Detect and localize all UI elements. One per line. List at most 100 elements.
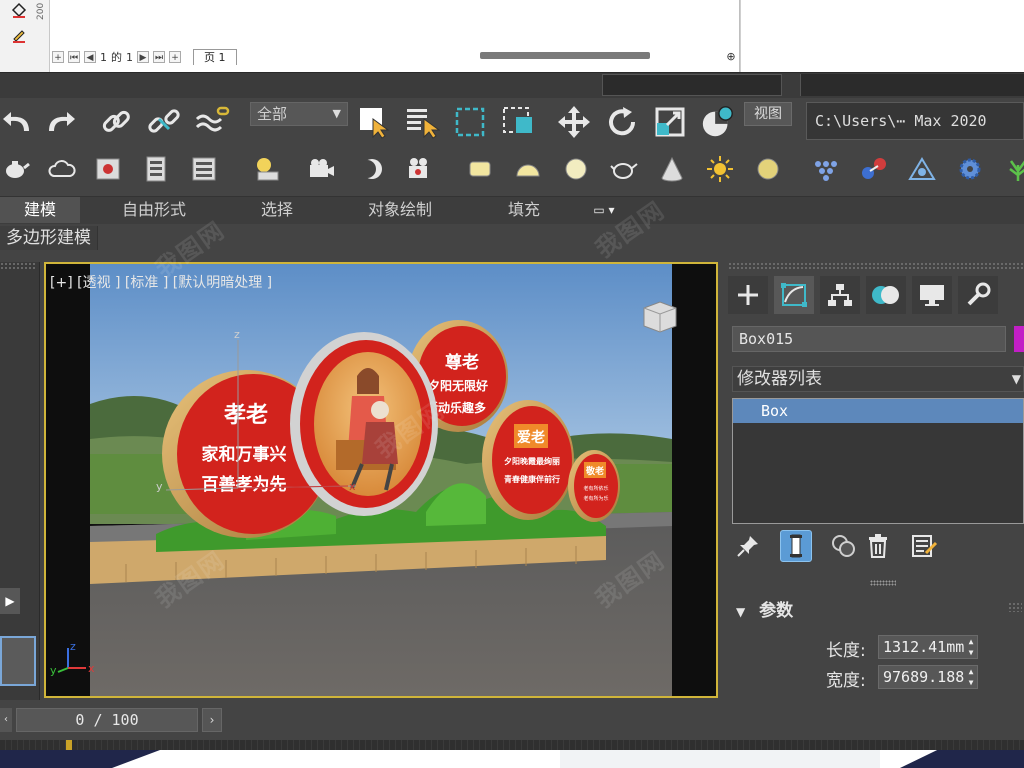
sign-small-line1: 老有所依乐	[583, 485, 608, 492]
panel-grip[interactable]	[728, 262, 1024, 270]
rollout-grip-dots[interactable]	[1008, 602, 1022, 612]
reactor-icon[interactable]	[906, 154, 938, 184]
selection-filter-dropdown[interactable]: 全部 ▼	[250, 102, 348, 126]
particle-grid-icon[interactable]	[810, 154, 842, 184]
first-page-icon[interactable]: ⏮	[68, 51, 80, 63]
track-bar[interactable]	[0, 740, 1024, 750]
sphere-icon[interactable]	[560, 154, 592, 184]
spinner-arrows-icon[interactable]: ▲ ▼	[965, 636, 977, 658]
display-tab-icon[interactable]	[912, 276, 952, 314]
render-window-icon[interactable]	[188, 154, 220, 184]
plane-icon[interactable]	[464, 154, 496, 184]
add-page-end-icon[interactable]: +	[169, 51, 181, 63]
expand-arrow-icon[interactable]: ▶	[0, 588, 20, 614]
window-crossing-icon[interactable]	[500, 104, 536, 140]
page-tab[interactable]: 页 1	[193, 49, 237, 65]
modifier-list-dropdown[interactable]: 修改器列表 ▼	[732, 366, 1024, 392]
camera-icon[interactable]	[306, 154, 338, 184]
utilities-tab-icon[interactable]	[958, 276, 998, 314]
width-spinner[interactable]: 97689.188 ▲ ▼	[878, 665, 978, 689]
prev-page-icon[interactable]: ◀	[84, 51, 96, 63]
light-lister-icon[interactable]	[250, 154, 282, 184]
spinner-arrows-icon[interactable]: ▲ ▼	[965, 666, 977, 688]
redo-icon[interactable]	[42, 104, 78, 140]
create-tab-icon[interactable]	[728, 276, 768, 314]
time-slider[interactable]: 0 / 100	[16, 708, 198, 732]
undo-icon[interactable]	[0, 104, 36, 140]
plant-icon[interactable]	[1002, 154, 1024, 184]
next-page-icon[interactable]: ▶	[137, 51, 149, 63]
gizmo-z-label: z	[234, 328, 240, 341]
tab-freeform[interactable]: 自由形式	[104, 197, 204, 223]
last-page-icon[interactable]: ⏭	[153, 51, 165, 63]
unlink-icon[interactable]	[146, 104, 182, 140]
gear-cluster-icon[interactable]	[954, 154, 986, 184]
pin-stack-icon[interactable]	[732, 530, 764, 562]
hierarchy-tab-icon[interactable]	[820, 276, 860, 314]
ribbon-options-icon[interactable]: ▭ ▾	[588, 200, 620, 220]
ruler-number: 200	[36, 2, 46, 20]
cloud-icon[interactable]	[46, 154, 78, 184]
scale-icon[interactable]	[652, 104, 688, 140]
viewcube-icon[interactable]	[640, 300, 680, 334]
tab-modeling[interactable]: 建模	[0, 197, 80, 223]
sign-small-line2: 老有所为乐	[583, 495, 608, 502]
current-frame-marker[interactable]	[66, 740, 72, 750]
time-next-icon[interactable]: ›	[202, 708, 222, 732]
add-page-icon[interactable]: +	[52, 51, 64, 63]
time-prev-icon[interactable]: ‹	[0, 708, 12, 732]
render-setup-icon[interactable]	[92, 154, 124, 184]
workspace-selector[interactable]	[800, 74, 1024, 96]
ribbon-panel	[0, 226, 1024, 252]
tripod-y-label: y	[50, 664, 57, 677]
motion-tab-icon[interactable]	[866, 276, 906, 314]
rectangular-selection-icon[interactable]	[452, 104, 488, 140]
viewport-layout-thumbnail[interactable]	[0, 636, 36, 686]
length-spinner[interactable]: 1312.41mm ▲ ▼	[878, 635, 978, 659]
horizontal-scrollbar[interactable]	[480, 52, 650, 59]
tab-object-paint[interactable]: 对象绘制	[354, 197, 446, 223]
gizmo-y-label: y	[156, 480, 163, 493]
select-object-icon[interactable]	[356, 104, 392, 140]
reference-coordinate-dropdown[interactable]: 视图	[744, 102, 792, 126]
placement-icon[interactable]	[700, 104, 736, 140]
bind-space-warp-icon[interactable]	[194, 104, 230, 140]
total-pages: 1	[126, 50, 133, 64]
moon-light-icon[interactable]	[356, 154, 388, 184]
make-unique-icon[interactable]	[828, 530, 860, 562]
teapot-primitive-icon[interactable]	[608, 154, 640, 184]
molecule-icon[interactable]	[858, 154, 890, 184]
rotate-icon[interactable]	[604, 104, 640, 140]
sky-dome-icon[interactable]	[752, 154, 784, 184]
select-by-name-icon[interactable]	[404, 104, 440, 140]
signin-area[interactable]	[602, 74, 782, 96]
show-end-result-icon[interactable]	[780, 530, 812, 562]
tripod-z-label: z	[70, 640, 76, 653]
cone-icon[interactable]	[656, 154, 688, 184]
object-name-field[interactable]: Box015	[732, 326, 1006, 352]
tab-populate[interactable]: 填充	[496, 197, 552, 223]
fill-bucket-icon[interactable]	[8, 2, 30, 22]
panel-grip[interactable]	[0, 262, 36, 270]
pencil-icon[interactable]	[8, 26, 30, 46]
configure-modifier-sets-icon[interactable]	[908, 530, 940, 562]
remove-modifier-icon[interactable]	[862, 530, 894, 562]
modifier-stack-item[interactable]: Box	[733, 399, 1023, 423]
parameters-rollout-header[interactable]: ▼ 参数	[736, 596, 793, 621]
modify-tab-icon[interactable]	[774, 276, 814, 314]
project-path-field[interactable]: C:\Users\⋯ Max 2020	[806, 102, 1024, 140]
rendered-frame-icon[interactable]	[140, 154, 172, 184]
move-icon[interactable]	[556, 104, 592, 140]
zoom-icon[interactable]: ⊕	[724, 50, 738, 64]
teapot-icon[interactable]	[0, 154, 32, 184]
rollout-grip[interactable]	[870, 580, 896, 586]
viewport-label-menu[interactable]: [+] [透视 ] [标准 ] [默认明暗处理 ]	[50, 272, 272, 292]
hemisphere-icon[interactable]	[512, 154, 544, 184]
film-camera-icon[interactable]	[404, 154, 436, 184]
polygon-modeling-panel[interactable]: 多边形建模	[0, 226, 98, 250]
sign-left-line1: 家和万事兴	[202, 444, 287, 465]
object-color-swatch[interactable]	[1014, 326, 1024, 352]
link-icon[interactable]	[98, 104, 134, 140]
tab-selection[interactable]: 选择	[240, 197, 314, 223]
sun-light-icon[interactable]	[704, 154, 736, 184]
